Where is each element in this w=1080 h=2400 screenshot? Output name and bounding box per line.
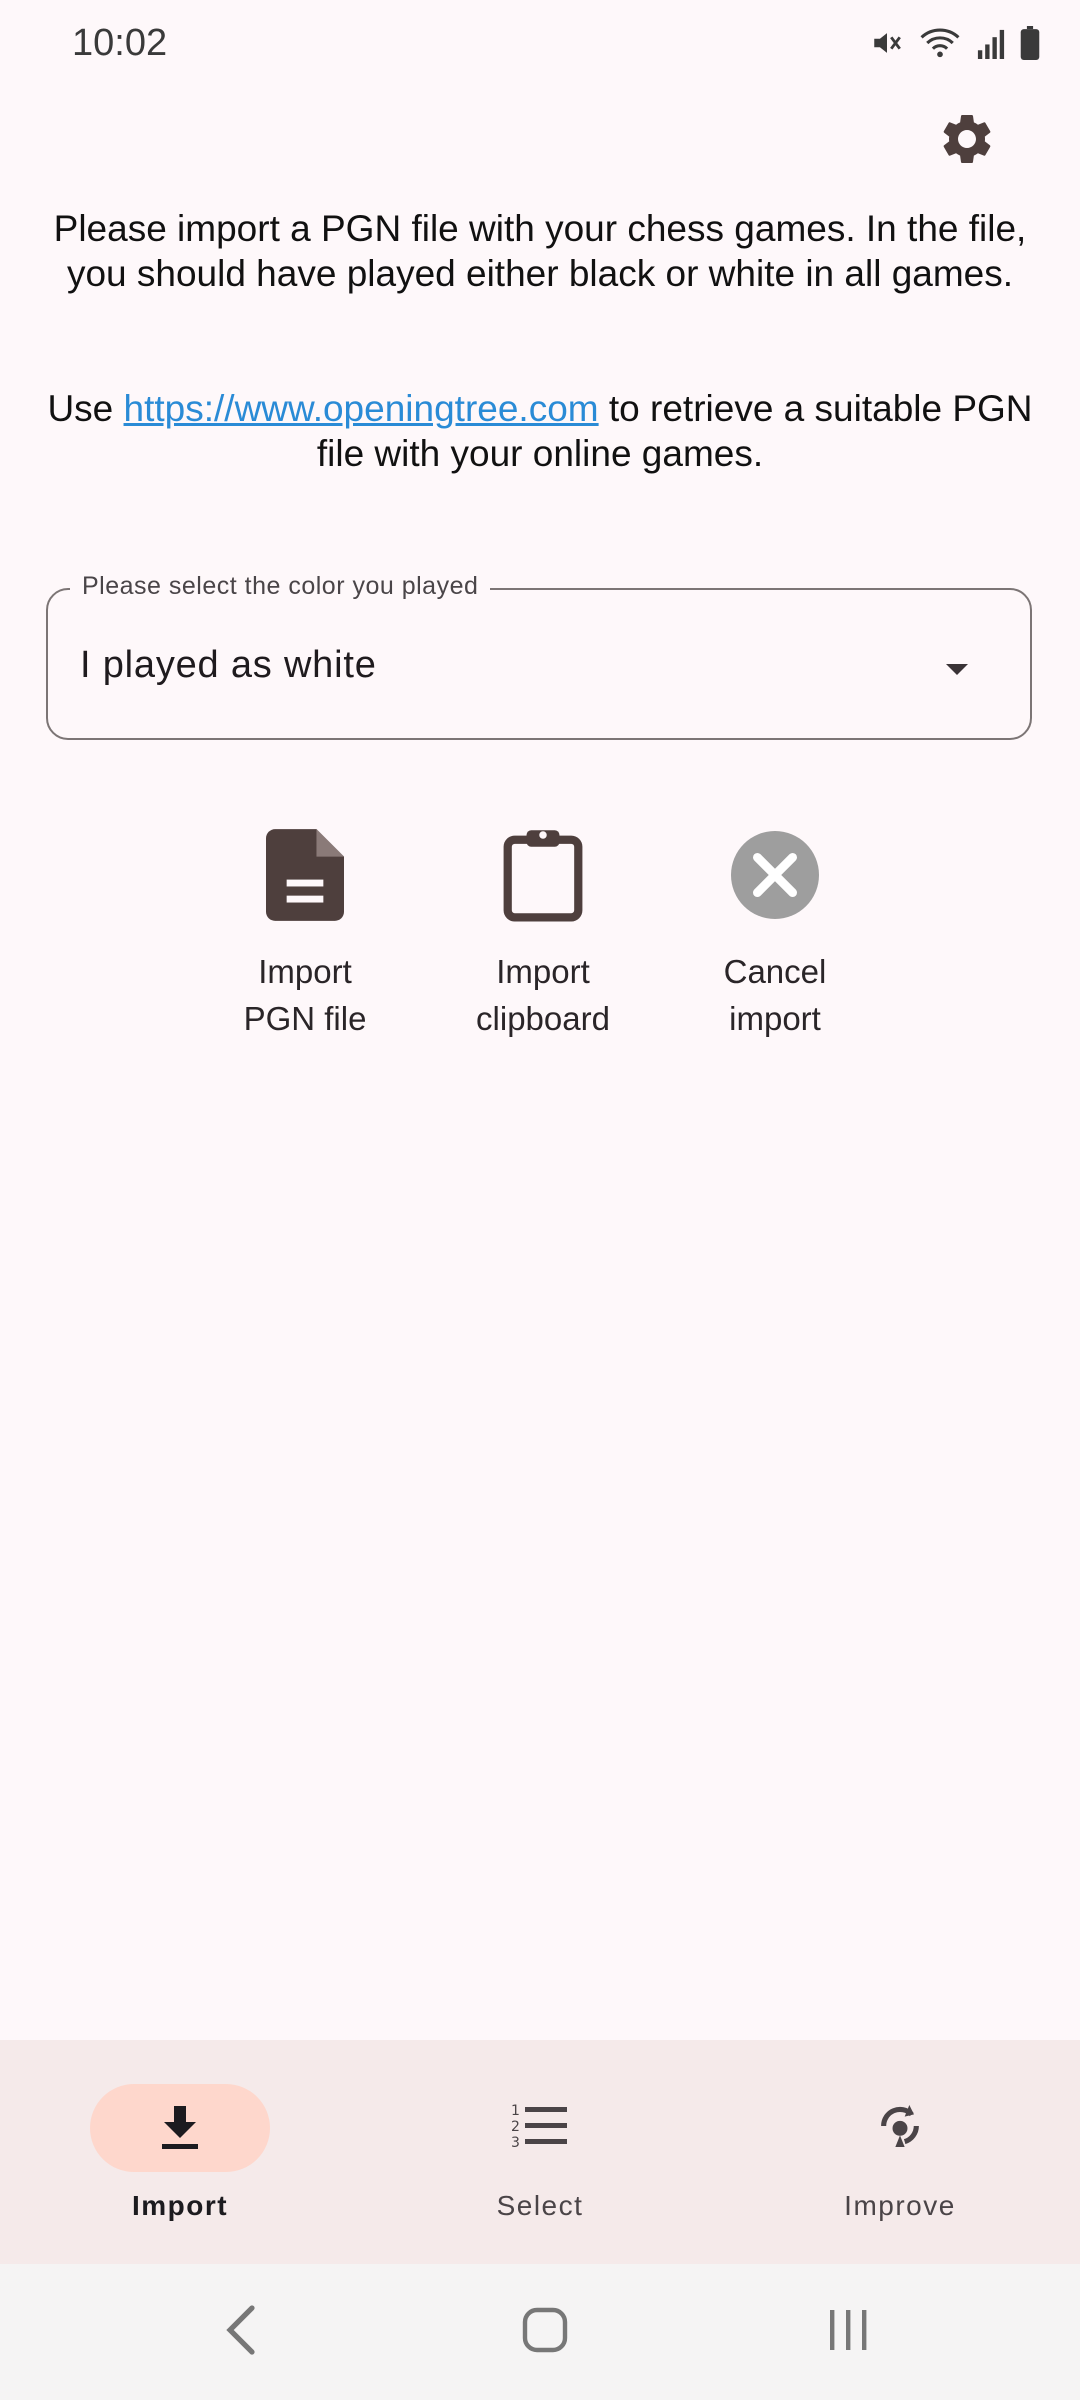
nav-item-select[interactable]: 123 Select (420, 2084, 660, 2222)
svg-text:1: 1 (511, 2103, 520, 2119)
home-button[interactable] (515, 2302, 575, 2362)
intro-paragraph: Please import a PGN file with your chess… (53, 208, 1027, 294)
status-time: 10:02 (72, 22, 168, 64)
clipboard-icon (443, 820, 643, 930)
nav-icon-container: 123 (450, 2084, 630, 2172)
mute-icon (870, 26, 904, 60)
import-actions: Import PGN file Import clipboard Cancel … (0, 820, 1080, 1050)
openingtree-link[interactable]: https://www.openingtree.com (124, 388, 599, 429)
intro-text-before: Use (47, 388, 124, 429)
color-select-dropdown[interactable]: Please select the color you played I pla… (46, 572, 1032, 740)
dropdown-arrow-icon (946, 664, 968, 675)
svg-text:3: 3 (511, 2135, 520, 2151)
settings-button[interactable] (930, 104, 1004, 178)
wifi-icon (918, 26, 962, 60)
import-clipboard-button[interactable]: Import clipboard (443, 820, 643, 1042)
nav-label-select: Select (496, 2190, 584, 2221)
cancel-icon (675, 820, 875, 930)
nav-item-improve[interactable]: Improve (780, 2084, 1020, 2222)
improve-icon (872, 2098, 928, 2159)
status-bar: 10:02 (0, 0, 1080, 92)
recents-button[interactable] (818, 2302, 878, 2362)
back-icon (224, 2304, 260, 2361)
signal-icon (976, 27, 1006, 59)
intro-link-paragraph: Use https://www.openingtree.com to retri… (40, 386, 1040, 476)
nav-label-import: Import (131, 2190, 229, 2221)
system-navigation-bar (0, 2264, 1080, 2400)
nav-label-improve: Improve (844, 2190, 956, 2221)
battery-icon (1020, 26, 1040, 60)
nav-item-import[interactable]: Import (60, 2084, 300, 2222)
svg-text:2: 2 (511, 2119, 520, 2135)
cancel-import-label: Cancel import (723, 953, 827, 1037)
nav-active-indicator (90, 2084, 270, 2172)
color-select-value: I played as white (80, 644, 377, 686)
numbered-list-icon: 123 (511, 2101, 569, 2156)
recents-icon (824, 2306, 872, 2359)
import-clipboard-label: Import clipboard (476, 953, 610, 1037)
nav-icon-container (810, 2084, 990, 2172)
download-icon (158, 2102, 202, 2155)
cancel-import-button[interactable]: Cancel import (675, 820, 875, 1042)
file-icon (205, 820, 405, 930)
home-icon (521, 2306, 569, 2359)
back-button[interactable] (212, 2302, 272, 2362)
status-icons (870, 26, 1040, 60)
gear-icon (937, 109, 997, 174)
color-select-label: Please select the color you played (70, 572, 491, 601)
bottom-navigation: Import 123 Select Improve (0, 2040, 1080, 2264)
import-pgn-file-button[interactable]: Import PGN file (205, 820, 405, 1042)
import-pgn-file-label: Import PGN file (243, 953, 367, 1037)
